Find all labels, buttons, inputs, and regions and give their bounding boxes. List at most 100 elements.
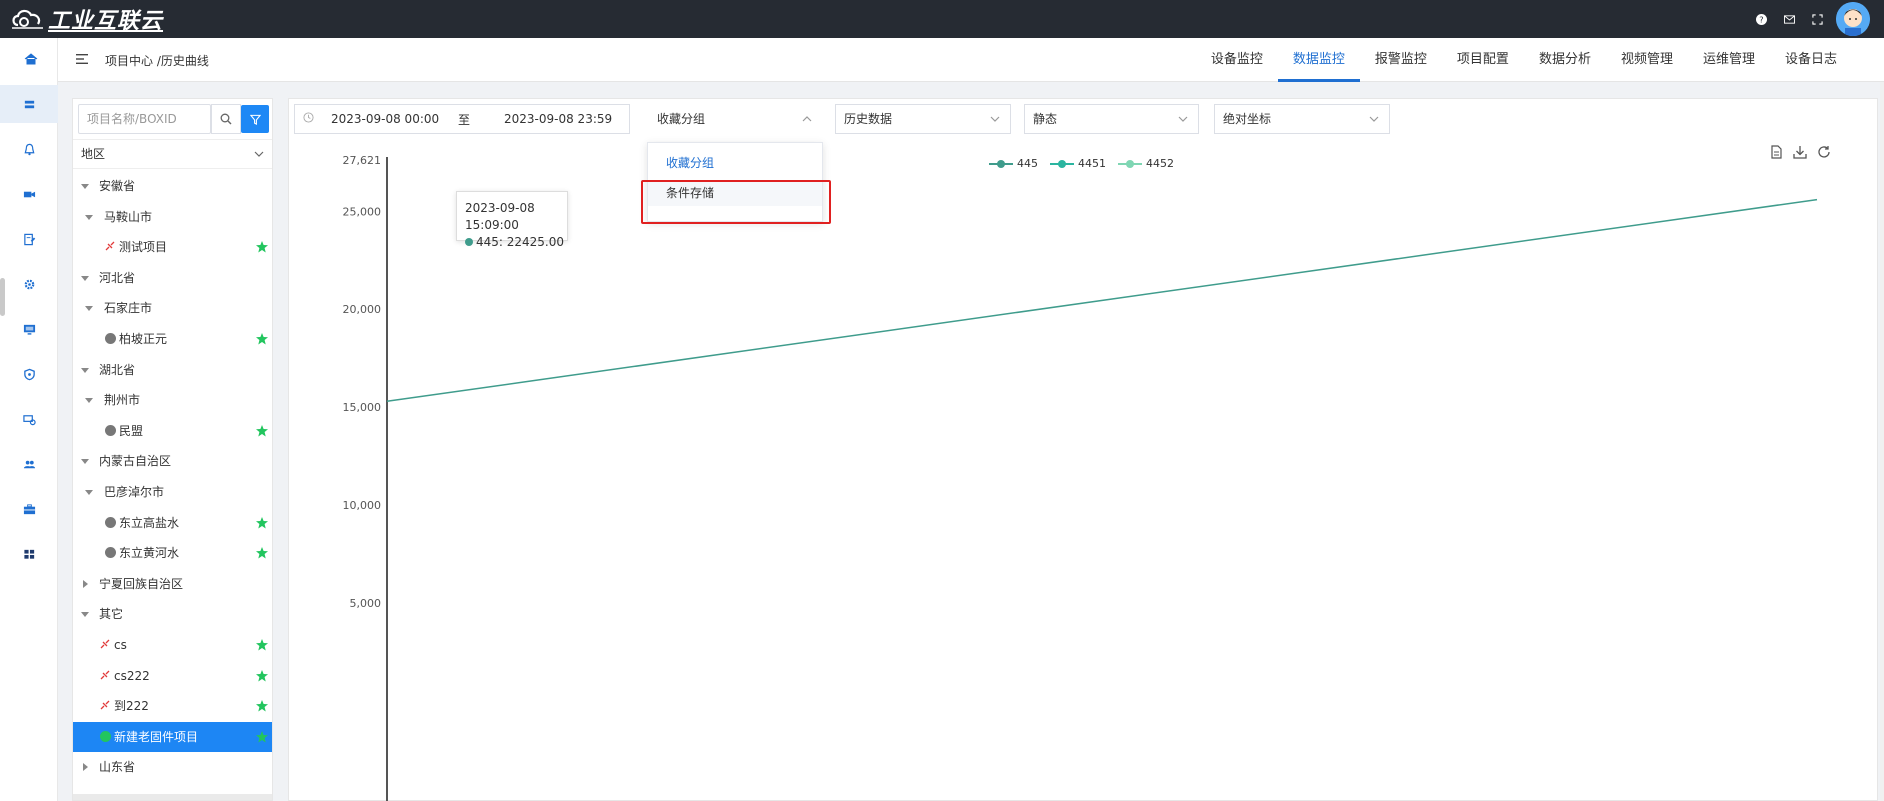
help-icon[interactable]: ? [1754, 12, 1768, 26]
rail-briefcase-icon[interactable] [0, 490, 58, 528]
logo-text: 工业互联云 [48, 9, 164, 34]
tree-row[interactable]: 马鞍山市 [73, 202, 272, 232]
tree-row-text: 到222 [114, 699, 149, 714]
date-range-picker[interactable]: 2023-09-08 00:00 至 2023-09-08 23:59 [294, 104, 630, 134]
rail-monitor-icon[interactable] [0, 310, 58, 348]
date-end[interactable]: 2023-09-08 23:59 [504, 112, 612, 126]
tree-row[interactable]: cs222 [73, 661, 272, 691]
fullscreen-icon[interactable] [1810, 12, 1824, 26]
project-search-input[interactable]: 项目名称/BOXID [78, 104, 211, 134]
coord-select[interactable]: 绝对坐标 [1214, 104, 1390, 134]
region-label: 地区 [81, 147, 106, 161]
dropdown-item-favorites[interactable]: 收藏分组 [648, 150, 822, 176]
rail-edit-doc-icon[interactable] [0, 220, 58, 258]
rail-grid-icon[interactable] [0, 535, 58, 573]
download-icon[interactable] [1793, 145, 1807, 163]
tree-row-text: 山东省 [99, 760, 136, 775]
tab-data-monitor[interactable]: 数据监控 [1277, 38, 1360, 82]
tree-row[interactable]: 巴彦淖尔市 [73, 477, 272, 507]
rail-video-icon[interactable] [0, 175, 58, 213]
mode-select[interactable]: 静态 [1024, 104, 1199, 134]
search-icon [220, 113, 232, 125]
data-type-select[interactable]: 历史数据 [835, 104, 1011, 134]
y-tick-label: 10,000 [343, 499, 382, 512]
tree-row[interactable]: 民盟 [73, 416, 272, 446]
tree-row-label: 湖北省 [99, 355, 135, 385]
tree-row[interactable]: 山东省 [73, 752, 272, 782]
tree-row-label: cs [100, 630, 127, 662]
avatar[interactable] [1836, 2, 1870, 36]
tree-row[interactable]: 石家庄市 [73, 293, 272, 323]
rail-shield-icon[interactable] [0, 355, 58, 393]
tooltip-dot [465, 238, 473, 246]
mail-icon[interactable] [1782, 12, 1796, 26]
rail-layers-icon[interactable] [0, 85, 58, 123]
legend-item-445[interactable]: 445 [989, 157, 1038, 170]
tab-ops-manage[interactable]: 运维管理 [1688, 38, 1770, 82]
y-tick-label: 15,000 [343, 401, 382, 414]
tab-device-log[interactable]: 设备日志 [1770, 38, 1852, 82]
date-start[interactable]: 2023-09-08 00:00 [331, 112, 439, 126]
tree-row-label: 马鞍山市 [104, 202, 152, 232]
tree-row-text: 新建老固件项目 [114, 729, 199, 744]
tree-row-text: 荆州市 [104, 393, 141, 408]
data-view-icon[interactable] [1770, 145, 1783, 163]
nav-tabs: 设备监控 数据监控 报警监控 项目配置 数据分析 视频管理 运维管理 设备日志 [1196, 38, 1852, 82]
tree-row[interactable]: 到222 [73, 691, 272, 721]
search-button[interactable] [211, 104, 241, 134]
tree-row[interactable]: 安徽省 [73, 171, 272, 201]
legend-marker-icon [1050, 159, 1074, 168]
tree-row-text: 安徽省 [99, 179, 136, 193]
app-logo[interactable]: 工业互联云 [10, 3, 163, 35]
tree-row-text: cs222 [114, 668, 150, 683]
tab-device-monitor[interactable]: 设备监控 [1196, 38, 1278, 82]
tree-row[interactable]: 东立黄河水 [73, 538, 272, 568]
legend-marker-icon [1118, 159, 1142, 168]
tree-row[interactable]: 测试项目 [73, 232, 272, 262]
filter-button[interactable] [241, 105, 269, 133]
tree-row[interactable]: 湖北省 [73, 355, 272, 385]
home-icon[interactable] [24, 52, 38, 66]
tree-row-text: 内蒙古自治区 [99, 454, 172, 469]
tree-row[interactable]: 新建老固件项目 [73, 721, 272, 752]
cloud-logo-icon [12, 9, 43, 29]
chart-legend: 445 4451 4452 [989, 157, 1174, 170]
tree-row[interactable]: 东立高盐水 [73, 508, 272, 538]
clock-icon [303, 112, 314, 126]
rail-camera-settings-icon[interactable] [0, 400, 58, 438]
tree-scrollbar[interactable] [73, 794, 272, 800]
refresh-icon[interactable] [1817, 145, 1831, 163]
legend-item-4451[interactable]: 4451 [1050, 157, 1106, 170]
tree-row[interactable]: 柏坡正元 [73, 324, 272, 354]
offline-plug-icon [105, 241, 115, 254]
tree-row[interactable]: 宁夏回族自治区 [73, 569, 272, 599]
tree-row[interactable]: cs [73, 630, 272, 660]
tab-data-analysis[interactable]: 数据分析 [1524, 38, 1606, 82]
rail-bell-icon[interactable] [0, 130, 58, 168]
tree-row[interactable]: 内蒙古自治区 [73, 446, 272, 476]
nav-bar: 项目中心 /历史曲线 设备监控 数据监控 报警监控 项目配置 数据分析 视频管理… [24, 38, 1884, 82]
tree-row[interactable]: 其它 [73, 599, 272, 629]
region-dropdown[interactable]: 地区 [73, 139, 272, 169]
caret-right-icon[interactable] [81, 752, 89, 795]
rail-gear-icon[interactable] [0, 265, 58, 303]
tree-row-label: 宁夏回族自治区 [99, 569, 183, 599]
tree-row[interactable]: 荆州市 [73, 385, 272, 415]
tree-row-text: 东立高盐水 [119, 515, 180, 530]
offline-plug-icon [100, 670, 110, 683]
group-select[interactable]: 收藏分组 [648, 104, 823, 134]
legend-item-4452[interactable]: 4452 [1118, 157, 1174, 170]
series-line-445[interactable] [386, 198, 1818, 403]
tree-row-text: 河北省 [99, 270, 136, 285]
rail-users-icon[interactable] [0, 445, 58, 483]
offline-plug-icon [100, 639, 110, 652]
chart-tooltip: 2023-09-08 15:09:00 445: 22425.00 [456, 191, 568, 249]
page-scrollbar[interactable] [1880, 82, 1884, 801]
tree-row[interactable]: 河北省 [73, 263, 272, 293]
tree-row-label: 新建老固件项目 [100, 722, 198, 752]
tab-alarm-monitor[interactable]: 报警监控 [1360, 38, 1442, 82]
tab-project-config[interactable]: 项目配置 [1442, 38, 1524, 82]
left-rail [0, 38, 58, 801]
tab-video-manage[interactable]: 视频管理 [1606, 38, 1688, 82]
menu-toggle-icon[interactable] [76, 54, 88, 64]
